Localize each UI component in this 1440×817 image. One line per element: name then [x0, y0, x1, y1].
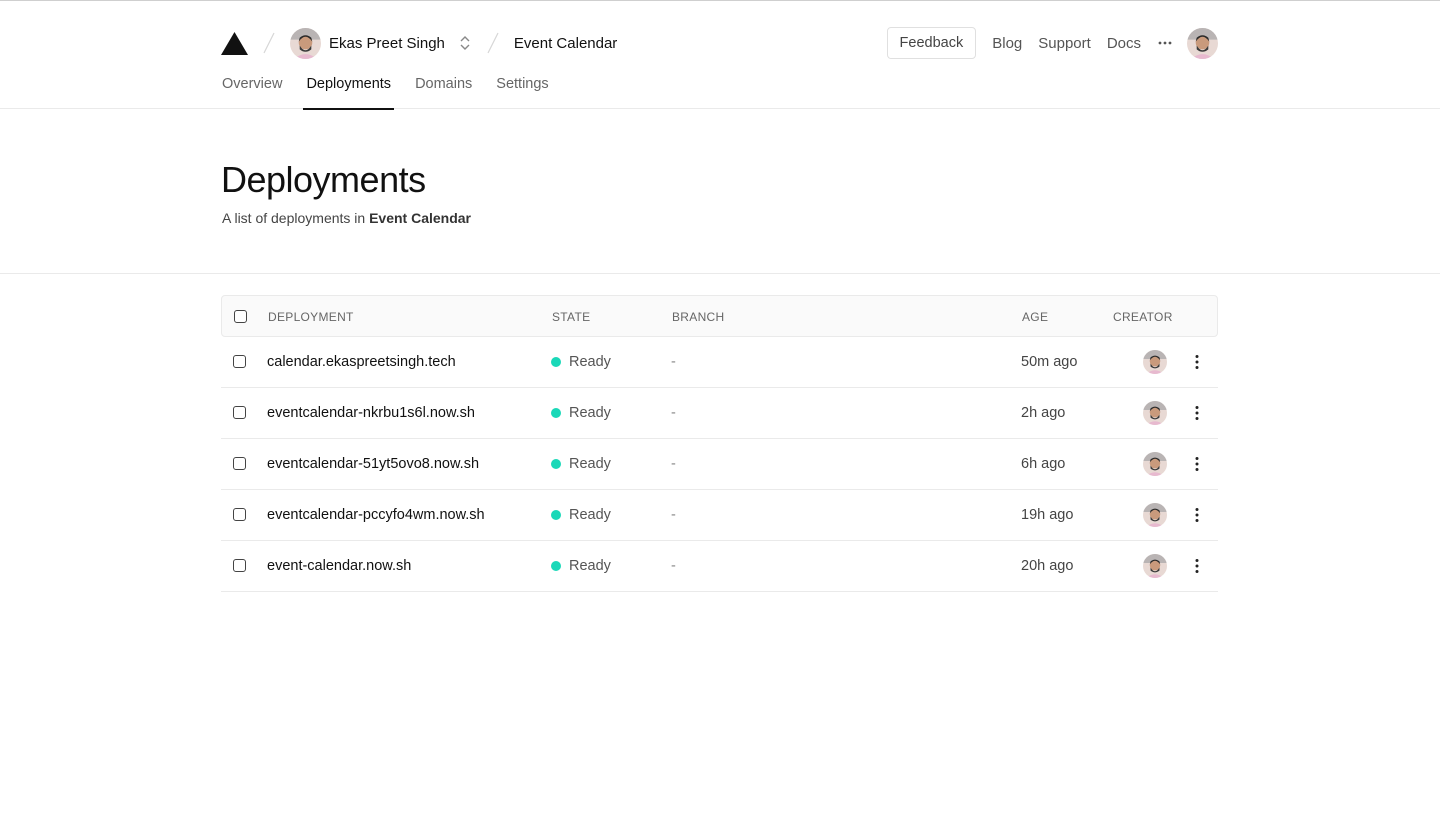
status-dot-icon — [551, 561, 561, 571]
age-cell: 50m ago — [1021, 354, 1078, 370]
column-header-state: STATE — [552, 310, 591, 324]
branch-cell: - — [671, 558, 676, 574]
chevron-up-down-icon[interactable] — [458, 34, 472, 52]
status-dot-icon — [551, 510, 561, 520]
triangle-logo-icon[interactable] — [221, 30, 248, 57]
kebab-menu-icon[interactable] — [1189, 558, 1205, 574]
deployments-table: DEPLOYMENT STATE BRANCH AGE CREATOR cale… — [221, 295, 1218, 592]
status-dot-icon — [551, 459, 561, 469]
table-row[interactable]: calendar.ekaspreetsingh.tech Ready - 50m… — [221, 337, 1218, 388]
status-dot-icon — [551, 357, 561, 367]
table-body: calendar.ekaspreetsingh.tech Ready - 50m… — [221, 337, 1218, 592]
nav-link-docs[interactable]: Docs — [1107, 35, 1141, 52]
account-name[interactable]: Ekas Preet Singh — [329, 35, 445, 52]
row-checkbox[interactable] — [233, 559, 246, 572]
state-label: Ready — [569, 507, 611, 523]
tab-bar: Overview Deployments Domains Settings — [222, 61, 573, 110]
state-label: Ready — [569, 456, 611, 472]
table-header: DEPLOYMENT STATE BRANCH AGE CREATOR — [221, 295, 1218, 337]
column-header-deployment: DEPLOYMENT — [268, 310, 354, 324]
row-checkbox[interactable] — [233, 508, 246, 521]
tab-label: Settings — [496, 76, 549, 92]
tab-overview[interactable]: Overview — [222, 61, 282, 109]
subtitle-prefix: A list of deployments in — [222, 210, 370, 226]
state-label: Ready — [569, 405, 611, 421]
branch-cell: - — [671, 507, 676, 523]
state-label: Ready — [569, 354, 611, 370]
header: Ekas Preet Singh Event Calendar Feedback… — [0, 1, 1440, 110]
kebab-menu-icon[interactable] — [1189, 507, 1205, 523]
deployment-url[interactable]: eventcalendar-pccyfo4wm.now.sh — [267, 490, 485, 540]
row-checkbox[interactable] — [233, 406, 246, 419]
age-cell: 20h ago — [1021, 558, 1074, 574]
creator-avatar[interactable] — [1143, 503, 1167, 527]
deployment-url[interactable]: calendar.ekaspreetsingh.tech — [267, 337, 456, 387]
row-checkbox[interactable] — [233, 457, 246, 470]
age-cell: 2h ago — [1021, 405, 1066, 421]
nav-link-blog[interactable]: Blog — [992, 35, 1022, 52]
creator-avatar[interactable] — [1143, 350, 1167, 374]
table-row[interactable]: event-calendar.now.sh Ready - 20h ago — [221, 541, 1218, 592]
tab-label: Overview — [222, 76, 283, 92]
creator-avatar[interactable] — [1143, 452, 1167, 476]
page-title: Deployments — [221, 159, 426, 200]
age-cell: 6h ago — [1021, 456, 1066, 472]
state-cell: Ready — [551, 337, 611, 387]
branch-cell: - — [671, 354, 676, 370]
deployment-url[interactable]: event-calendar.now.sh — [267, 541, 411, 591]
creator-avatar[interactable] — [1143, 401, 1167, 425]
creator-avatar[interactable] — [1143, 554, 1167, 578]
project-name[interactable]: Event Calendar — [514, 35, 617, 52]
nav-link-support[interactable]: Support — [1038, 35, 1091, 52]
tab-domains[interactable]: Domains — [415, 61, 472, 109]
row-checkbox[interactable] — [233, 355, 246, 368]
account-avatar[interactable] — [290, 27, 321, 59]
status-dot-icon — [551, 408, 561, 418]
branch-cell: - — [671, 456, 676, 472]
table-row[interactable]: eventcalendar-nkrbu1s6l.now.sh Ready - 2… — [221, 388, 1218, 439]
tab-label: Deployments — [306, 76, 392, 92]
table-row[interactable]: eventcalendar-51yt5ovo8.now.sh Ready - 6… — [221, 439, 1218, 490]
tab-settings[interactable]: Settings — [496, 61, 548, 109]
breadcrumb-separator-icon — [263, 32, 275, 54]
state-cell: Ready — [551, 541, 611, 591]
kebab-menu-icon[interactable] — [1189, 354, 1205, 370]
user-avatar[interactable] — [1187, 27, 1218, 59]
select-all-checkbox[interactable] — [234, 310, 247, 323]
feedback-button[interactable]: Feedback — [886, 27, 977, 59]
state-cell: Ready — [551, 490, 611, 540]
tab-deployments[interactable]: Deployments — [303, 61, 394, 110]
breadcrumb-separator-icon — [487, 32, 499, 54]
deployment-url[interactable]: eventcalendar-nkrbu1s6l.now.sh — [267, 388, 475, 438]
subtitle-project: Event Calendar — [369, 210, 472, 226]
kebab-menu-icon[interactable] — [1189, 405, 1205, 421]
topbar: Ekas Preet Singh Event Calendar Feedback… — [221, 25, 1218, 61]
state-cell: Ready — [551, 439, 611, 489]
ellipsis-icon[interactable] — [1157, 35, 1173, 51]
branch-cell: - — [671, 405, 676, 421]
column-header-creator: CREATOR — [1113, 310, 1173, 324]
page-hero: Deployments A list of deployments in Eve… — [0, 109, 1440, 274]
column-header-branch: BRANCH — [672, 310, 725, 324]
state-cell: Ready — [551, 388, 611, 438]
kebab-menu-icon[interactable] — [1189, 456, 1205, 472]
deployment-url[interactable]: eventcalendar-51yt5ovo8.now.sh — [267, 439, 479, 489]
age-cell: 19h ago — [1021, 507, 1074, 523]
tab-label: Domains — [415, 76, 473, 92]
column-header-age: AGE — [1022, 310, 1049, 324]
page-subtitle: A list of deployments in Event Calendar — [222, 210, 471, 226]
table-row[interactable]: eventcalendar-pccyfo4wm.now.sh Ready - 1… — [221, 490, 1218, 541]
state-label: Ready — [569, 558, 611, 574]
